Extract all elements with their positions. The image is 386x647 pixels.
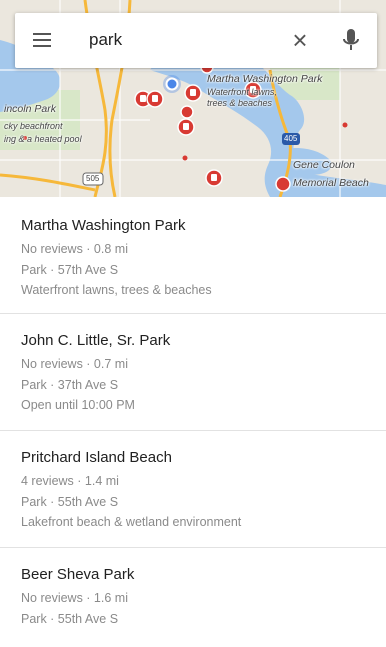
map-label: incoln Park xyxy=(4,103,56,115)
result-reviews: No reviews · 0.7 mi xyxy=(21,357,128,371)
result-detail: Waterfront lawns, trees & beaches xyxy=(21,283,212,297)
result-type: Park · 55th Ave S xyxy=(21,494,119,509)
result-item[interactable]: Beer Sheva Park No reviews · 1.6 mi Park… xyxy=(0,548,386,647)
result-name: Beer Sheva Park xyxy=(21,566,135,583)
search-input[interactable]: park xyxy=(89,30,122,50)
search-bar[interactable]: park × xyxy=(15,13,377,68)
map-label: trees & beaches xyxy=(207,98,273,108)
menu-icon[interactable] xyxy=(30,29,54,51)
map-label: Gene Coulon xyxy=(293,159,355,171)
results-list: Martha Washington Park No reviews · 0.8 … xyxy=(0,197,386,647)
result-item[interactable]: Martha Washington Park No reviews · 0.8 … xyxy=(0,197,386,314)
result-detail: Lakefront beach & wetland environment xyxy=(21,515,242,529)
result-reviews: 4 reviews · 1.4 mi xyxy=(21,474,119,488)
result-reviews: No reviews · 1.6 mi xyxy=(21,591,128,605)
map-label: Waterfront lawns, xyxy=(207,87,277,97)
close-icon[interactable]: × xyxy=(289,27,311,53)
highway-shield-label: 405 xyxy=(284,134,298,143)
result-item[interactable]: Pritchard Island Beach 4 reviews · 1.4 m… xyxy=(0,431,386,548)
map-label: cky beachfront xyxy=(4,121,63,131)
map-label: Memorial Beach xyxy=(293,177,369,189)
map-label: Martha Washington Park xyxy=(207,73,323,85)
result-name: John C. Little, Sr. Park xyxy=(21,332,171,349)
result-name: Pritchard Island Beach xyxy=(21,449,172,466)
map-view[interactable]: Martha Washington Park Waterfront lawns,… xyxy=(0,0,386,197)
result-name: Martha Washington Park xyxy=(21,217,186,234)
result-type: Park · 55th Ave S xyxy=(21,611,119,626)
microphone-icon[interactable] xyxy=(341,27,361,55)
highway-shield-label: 505 xyxy=(86,174,100,183)
result-type: Park · 37th Ave S xyxy=(21,377,119,392)
result-reviews: No reviews · 0.8 mi xyxy=(21,242,128,256)
result-type: Park · 57th Ave S xyxy=(21,262,119,277)
result-item[interactable]: John C. Little, Sr. Park No reviews · 0.… xyxy=(0,314,386,431)
map-label: ing & a heated pool xyxy=(4,134,82,144)
result-detail: Open until 10:00 PM xyxy=(21,398,135,412)
